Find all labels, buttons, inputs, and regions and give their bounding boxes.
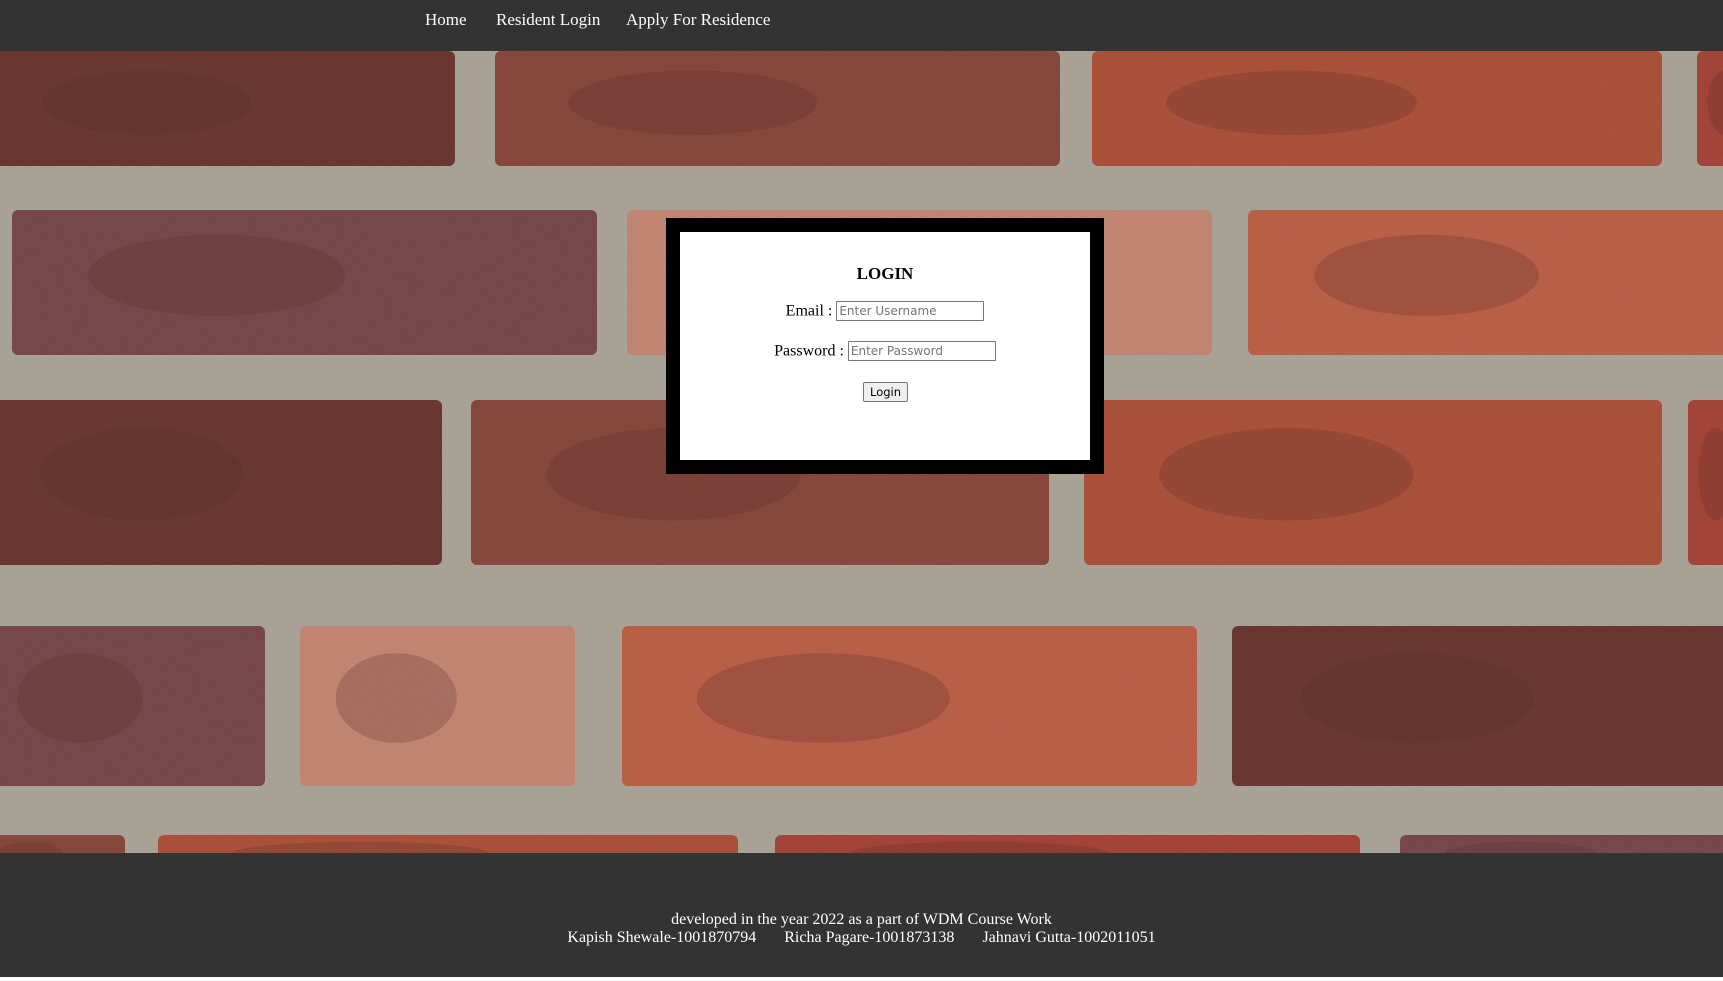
password-row: Password :	[680, 340, 1090, 362]
brick-shading	[1159, 428, 1414, 521]
nav-link-apply-for-residence[interactable]: Apply For Residence	[626, 10, 770, 30]
footer-credit: Richa Pagare-1001873138	[784, 929, 955, 946]
brick-shading	[17, 653, 143, 743]
footer-credits: Kapish Shewale-1001870794 Richa Pagare-1…	[0, 929, 1723, 947]
brick-shading	[41, 70, 251, 135]
brick-shading	[1314, 234, 1539, 316]
email-row: Email :	[680, 300, 1090, 322]
brick-shading	[568, 70, 818, 135]
login-title: LOGIN	[856, 264, 914, 283]
brick-shading	[1300, 653, 1535, 743]
footer: developed in the year 2022 as a part of …	[0, 853, 1723, 977]
footer-credit: Jahnavi Gutta-1002011051	[982, 929, 1156, 946]
footer-course-note: developed in the year 2022 as a part of …	[671, 911, 1052, 928]
brick-shading	[40, 428, 244, 521]
bottom-strip	[0, 977, 1723, 981]
brick-shading	[1166, 70, 1417, 135]
brick-shading	[696, 653, 950, 743]
nav-link-resident-login[interactable]: Resident Login	[496, 10, 600, 30]
brick-shading	[335, 653, 457, 743]
email-label: Email :	[785, 302, 833, 320]
login-panel-frame: LOGIN Email : Password : Login	[666, 218, 1104, 474]
brick-shading	[88, 234, 346, 316]
password-field[interactable]	[847, 341, 996, 362]
nav-link-home[interactable]: Home	[425, 10, 467, 30]
login-form: LOGIN Email : Password : Login	[680, 232, 1090, 460]
top-navbar: Home Resident Login Apply For Residence	[0, 0, 1723, 51]
email-field[interactable]	[836, 301, 985, 322]
page: Home Resident Login Apply For Residence	[0, 0, 1723, 981]
login-button[interactable]: Login	[863, 382, 909, 402]
footer-credit: Kapish Shewale-1001870794	[567, 929, 757, 946]
password-label: Password :	[774, 342, 844, 360]
